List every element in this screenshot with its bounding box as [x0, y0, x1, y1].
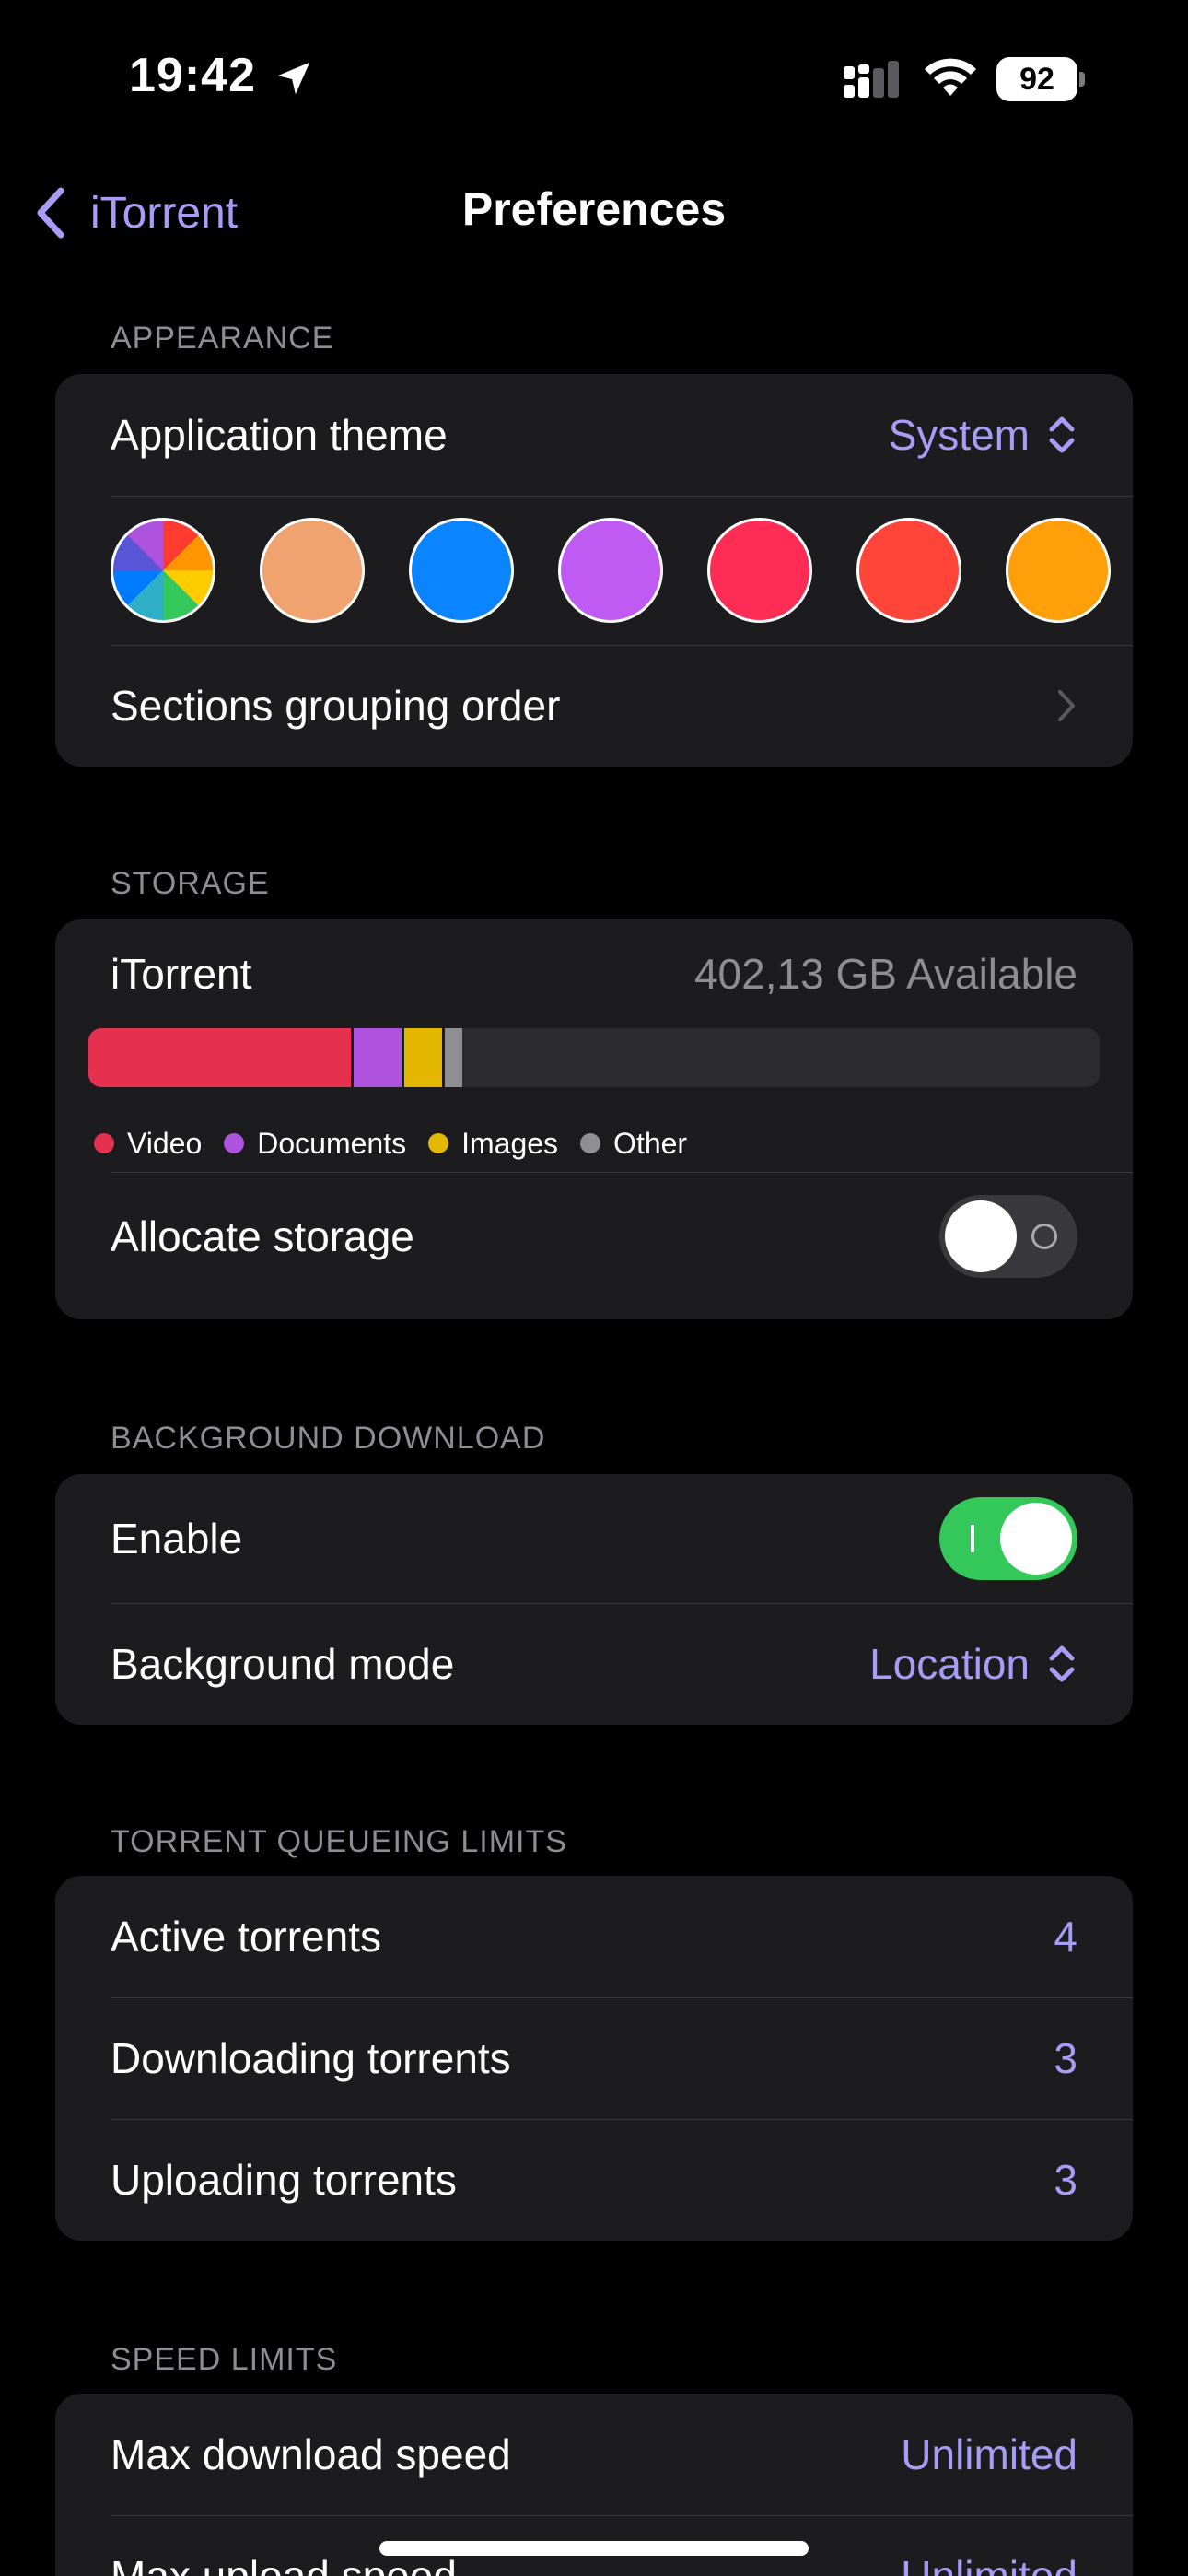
home-indicator[interactable] — [379, 2541, 809, 2556]
application-theme-row[interactable]: Application theme System — [55, 374, 1133, 496]
location-arrow-icon — [277, 62, 310, 95]
queueing-limits-card: Active torrents 4 Downloading torrents 3… — [55, 1876, 1133, 2241]
wifi-icon — [925, 58, 976, 96]
storage-app-name: iTorrent — [111, 950, 252, 998]
active-torrents-row[interactable]: Active torrents 4 — [55, 1876, 1133, 1997]
active-torrents-value: 4 — [1054, 1913, 1077, 1961]
legend-item-video: Video — [94, 1127, 202, 1161]
allocate-storage-row: Allocate storage — [55, 1172, 1133, 1301]
legend-label: Images — [461, 1126, 559, 1160]
section-header-background-download: BACKGROUND DOWNLOAD — [111, 1421, 546, 1456]
max-download-speed-row[interactable]: Max download speed Unlimited — [55, 2394, 1133, 2515]
storage-segment-other — [442, 1028, 463, 1087]
allocate-storage-toggle[interactable] — [939, 1195, 1077, 1278]
legend-label: Documents — [257, 1126, 407, 1160]
legend-item-documents: Documents — [224, 1127, 406, 1161]
toggle-knob — [945, 1200, 1017, 1272]
chevron-up-down-icon — [1049, 1645, 1075, 1682]
color-swatch-blue[interactable] — [409, 518, 514, 623]
legend-dot-icon — [428, 1133, 449, 1153]
max-download-speed-value: Unlimited — [901, 2430, 1077, 2478]
legend-dot-icon — [224, 1133, 245, 1153]
toggle-knob — [1000, 1503, 1072, 1575]
section-header-appearance: APPEARANCE — [111, 321, 334, 356]
enable-label: Enable — [111, 1515, 243, 1563]
storage-segment-images — [402, 1028, 443, 1087]
legend-label: Other — [613, 1126, 688, 1160]
status-bar: 19:42 92 — [0, 0, 1188, 157]
sections-grouping-order-label: Sections grouping order — [111, 682, 561, 730]
downloading-torrents-label: Downloading torrents — [111, 2034, 511, 2082]
downloading-torrents-value: 3 — [1054, 2034, 1077, 2082]
storage-usage-bar — [88, 1028, 1100, 1087]
storage-card: iTorrent 402,13 GB Available Video Docume… — [55, 919, 1133, 1319]
uploading-torrents-value: 3 — [1054, 2156, 1077, 2204]
background-download-card: Enable Background mode Location — [55, 1474, 1133, 1725]
color-swatch-pink[interactable] — [707, 518, 812, 623]
color-swatch-peach[interactable] — [260, 518, 365, 623]
section-header-speed-limits: SPEED LIMITS — [111, 2342, 338, 2377]
legend-item-other: Other — [580, 1127, 687, 1161]
color-swatch-red[interactable] — [856, 518, 961, 623]
battery-icon: 92 — [996, 57, 1085, 101]
application-theme-value[interactable]: System — [889, 410, 1030, 460]
background-mode-value[interactable]: Location — [869, 1639, 1030, 1689]
appearance-card: Application theme System Sections groupi… — [55, 374, 1133, 767]
chevron-right-icon — [1058, 690, 1075, 721]
background-mode-label: Background mode — [111, 1640, 455, 1688]
enable-row: Enable — [55, 1474, 1133, 1603]
section-header-queueing-limits: TORRENT QUEUEING LIMITS — [111, 1824, 567, 1859]
toggle-off-indicator-icon — [1031, 1224, 1057, 1249]
background-mode-row[interactable]: Background mode Location — [55, 1603, 1133, 1725]
color-swatch-multicolor[interactable] — [111, 518, 215, 623]
battery-level: 92 — [1019, 62, 1054, 97]
active-torrents-label: Active torrents — [111, 1913, 381, 1961]
navigation-bar: iTorrent Preferences — [0, 164, 1188, 256]
downloading-torrents-row[interactable]: Downloading torrents 3 — [55, 1997, 1133, 2119]
legend-item-images: Images — [428, 1127, 558, 1161]
legend-dot-icon — [94, 1133, 114, 1153]
max-upload-speed-value: Unlimited — [901, 2552, 1077, 2576]
storage-available: 402,13 GB Available — [693, 950, 1077, 998]
legend-dot-icon — [580, 1133, 601, 1153]
section-header-storage: STORAGE — [111, 866, 270, 901]
uploading-torrents-row[interactable]: Uploading torrents 3 — [55, 2119, 1133, 2241]
cellular-signal-icon — [844, 61, 899, 98]
chevron-up-down-icon — [1049, 416, 1075, 453]
allocate-storage-label: Allocate storage — [111, 1212, 414, 1260]
uploading-torrents-label: Uploading torrents — [111, 2156, 457, 2204]
max-download-speed-label: Max download speed — [111, 2430, 511, 2478]
legend-label: Video — [127, 1126, 203, 1160]
accent-color-picker — [55, 496, 1133, 645]
storage-segment-video — [88, 1028, 352, 1087]
storage-segment-documents — [351, 1028, 402, 1087]
color-swatch-purple[interactable] — [558, 518, 663, 623]
toggle-on-indicator-icon — [971, 1525, 974, 1552]
enable-background-toggle[interactable] — [939, 1497, 1077, 1580]
storage-legend: Video Documents Images Other — [55, 1087, 1133, 1172]
color-swatch-orange[interactable] — [1006, 518, 1111, 623]
status-time: 19:42 — [129, 49, 256, 102]
preferences-screen: 19:42 92 iTorrent Preferences APPEARANCE… — [0, 0, 1188, 2576]
application-theme-label: Application theme — [111, 411, 448, 459]
sections-grouping-order-row[interactable]: Sections grouping order — [55, 645, 1133, 767]
page-title: Preferences — [461, 183, 727, 235]
storage-info-row: iTorrent 402,13 GB Available — [55, 919, 1133, 1028]
